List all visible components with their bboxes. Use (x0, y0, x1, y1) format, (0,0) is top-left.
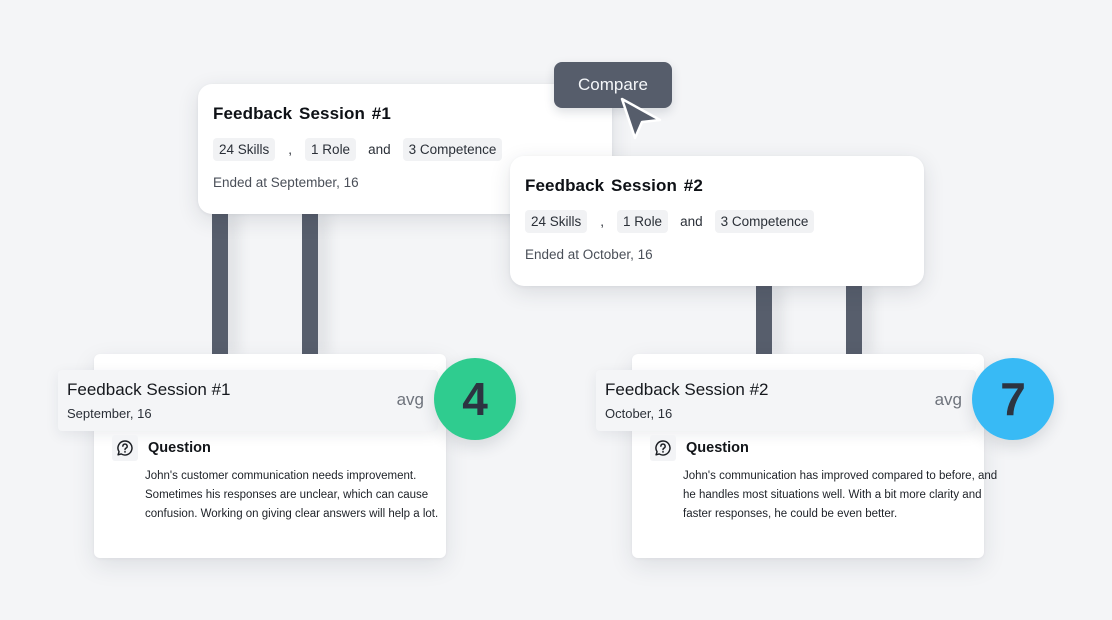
competence-chip: 3 Competence (714, 210, 815, 233)
session-card-2[interactable]: Feedback Session #2 24 Skills , 1 Role a… (510, 156, 924, 286)
question-label: Question (686, 440, 749, 456)
role-chip: 1 Role (305, 138, 357, 161)
chip-separator: and (368, 142, 391, 157)
session-chips: 24 Skills , 1 Role and 3 Competence (525, 210, 909, 233)
question-label: Question (148, 440, 211, 456)
avg-label: avg (396, 390, 424, 409)
result-title: Feedback Session #2 (605, 380, 769, 399)
question-header: Question (650, 435, 749, 461)
session-ended-date: Ended at October, 16 (525, 247, 653, 262)
result-header-1[interactable]: Feedback Session #1 September, 16 avg (58, 370, 438, 431)
question-chat-icon (112, 435, 138, 461)
connector-pillar (302, 212, 318, 356)
skills-chip: 24 Skills (525, 210, 588, 233)
chip-separator: , (288, 142, 293, 157)
connector-pillar (212, 212, 228, 356)
comparison-stage: Feedback Session #1 24 Skills , 1 Role a… (0, 0, 1112, 620)
feedback-text: John's customer communication needs impr… (145, 470, 439, 520)
result-title: Feedback Session #1 (67, 380, 231, 399)
result-header-2[interactable]: Feedback Session #2 October, 16 avg (596, 370, 976, 431)
score-badge: 4 (434, 358, 516, 440)
question-header: Question (112, 435, 211, 461)
session-title: Feedback Session #2 (525, 176, 703, 195)
chip-separator: and (680, 214, 703, 229)
skills-chip: 24 Skills (213, 138, 276, 161)
competence-chip: 3 Competence (402, 138, 503, 161)
feedback-text: John's communication has improved compar… (683, 470, 998, 520)
role-chip: 1 Role (617, 210, 669, 233)
connector-pillar (756, 284, 772, 356)
chip-separator: , (600, 214, 605, 229)
session-title: Feedback Session #1 (213, 104, 391, 123)
avg-label: avg (934, 390, 962, 409)
cursor-arrow-icon (620, 97, 662, 140)
question-chat-icon (650, 435, 676, 461)
result-date: September, 16 (67, 406, 152, 421)
connector-pillar (846, 284, 862, 356)
score-badge: 7 (972, 358, 1054, 440)
result-date: October, 16 (605, 406, 673, 421)
